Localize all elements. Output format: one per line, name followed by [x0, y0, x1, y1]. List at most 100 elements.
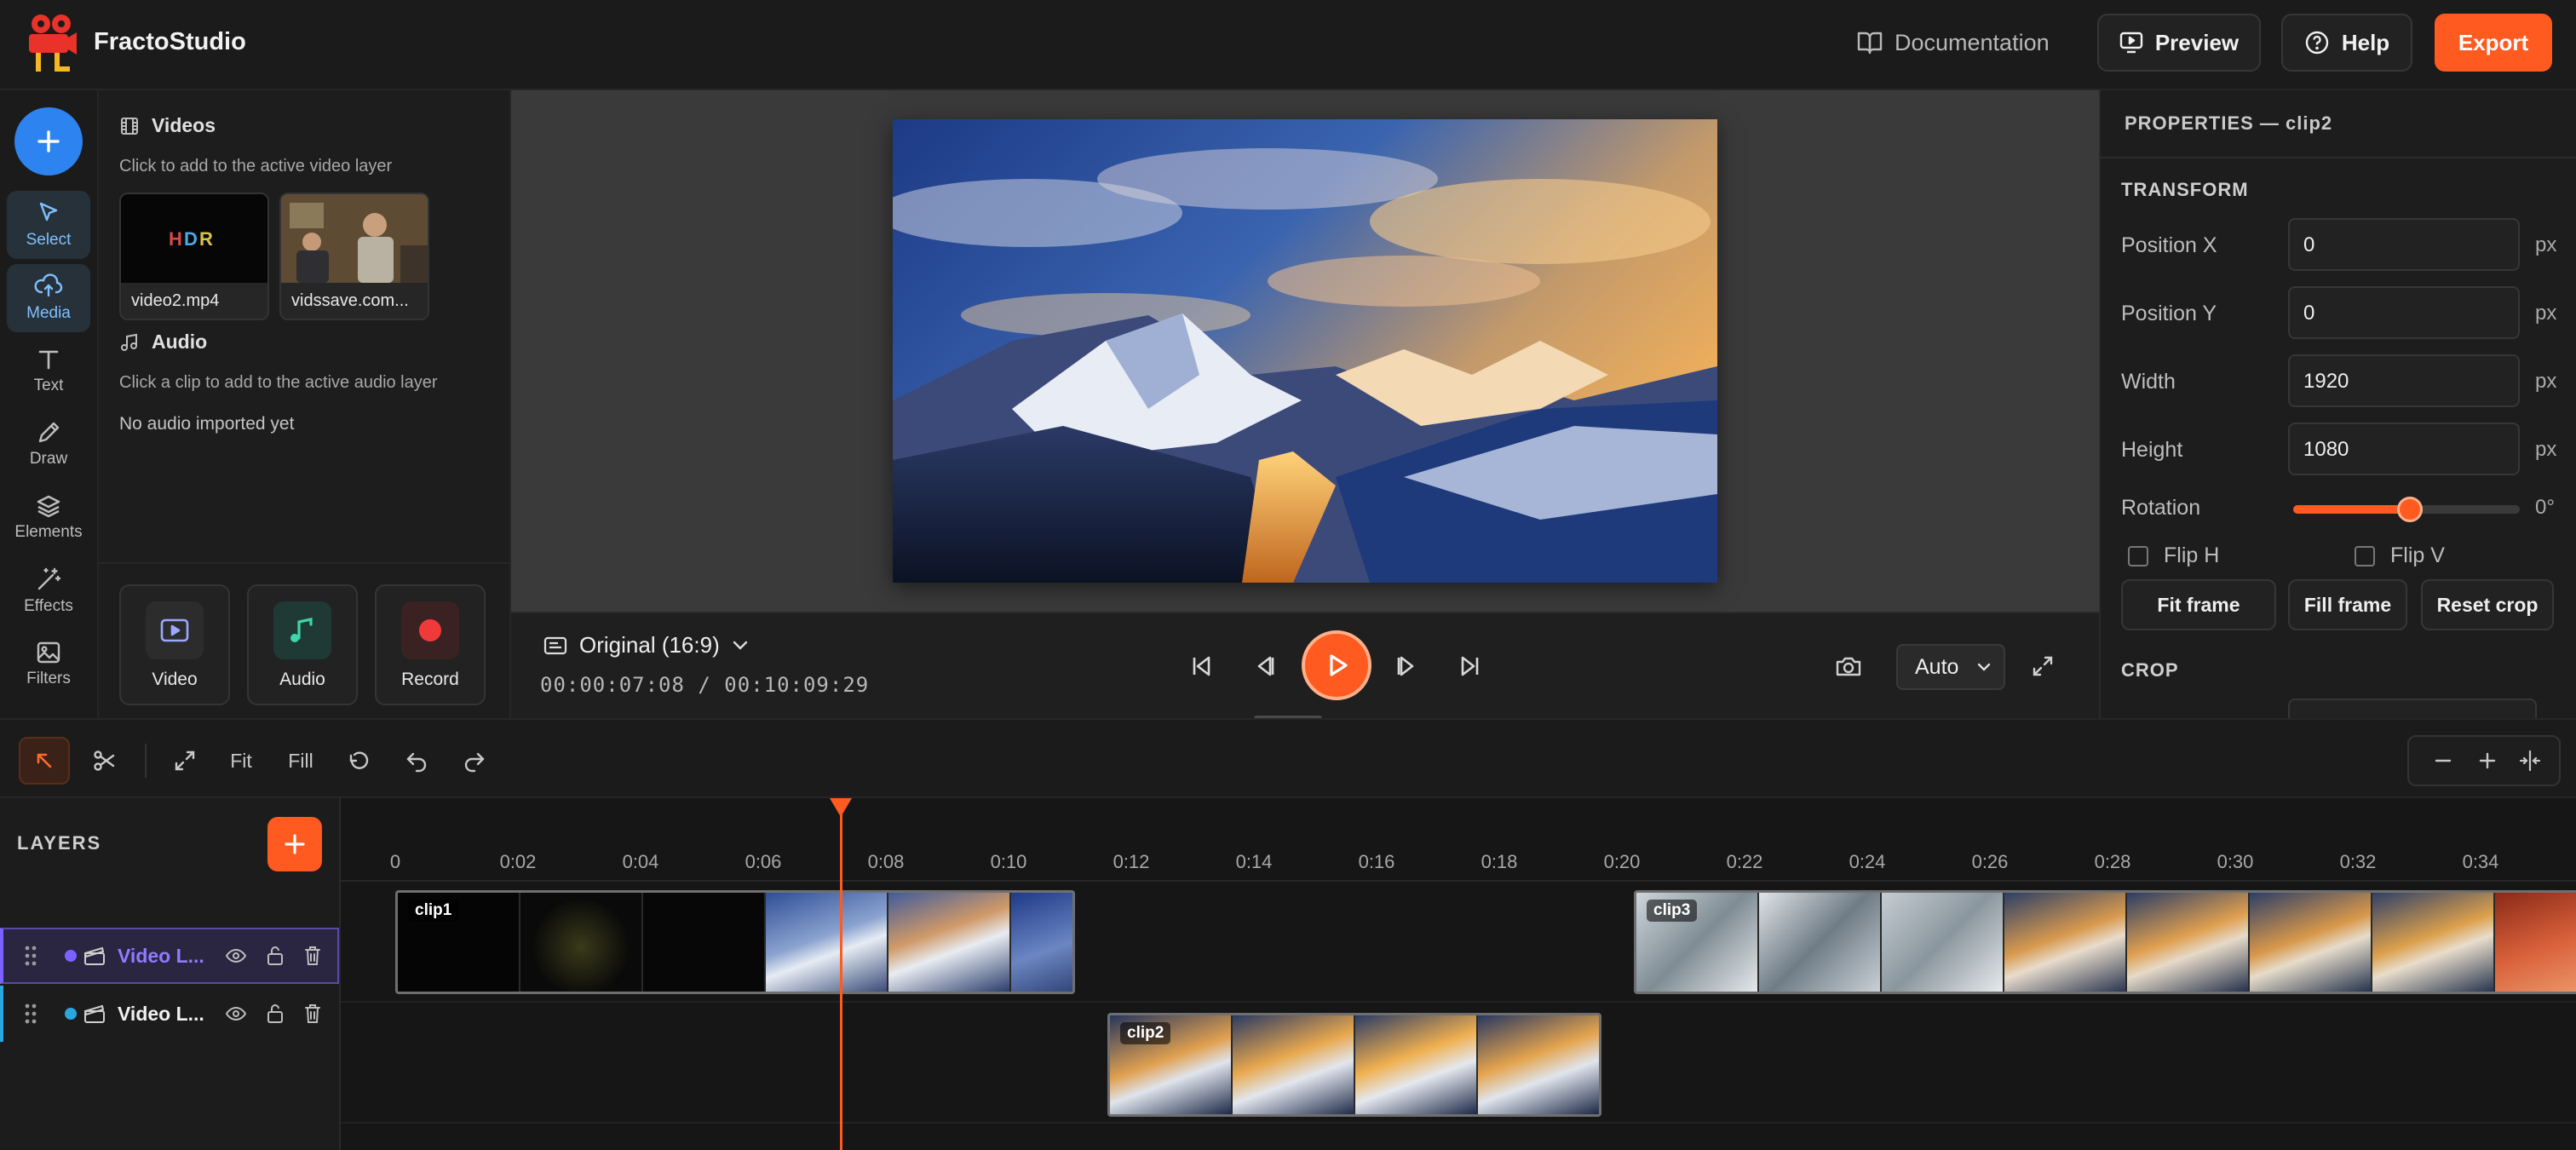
- layer-row[interactable]: Video L...: [0, 986, 339, 1042]
- timeline-ruler[interactable]: 0 0:02 0:04 0:06 0:08 0:10 0:12 0:14 0:1…: [341, 798, 2576, 882]
- record-button[interactable]: Record: [375, 584, 486, 705]
- rotation-slider-handle[interactable]: [2397, 497, 2423, 522]
- rotation-slider[interactable]: [2293, 497, 2520, 522]
- video-thumb-vidssave[interactable]: vidssave.com...: [279, 193, 429, 320]
- split-tool-button[interactable]: [83, 737, 126, 785]
- height-label: Height: [2121, 438, 2183, 462]
- position-y-unit: px: [2535, 302, 2557, 325]
- step-forward-button[interactable]: [1389, 647, 1426, 685]
- timeline-clip-clip3[interactable]: clip3: [1634, 890, 2576, 994]
- flip-h-checkbox[interactable]: Flip H: [2128, 543, 2219, 568]
- preview-area: [511, 90, 2099, 612]
- import-video-button[interactable]: Video: [119, 584, 230, 705]
- tool-effects[interactable]: Effects: [7, 557, 90, 625]
- tool-filters[interactable]: Filters: [7, 630, 90, 699]
- flip-v-checkbox[interactable]: Flip V: [2355, 543, 2445, 568]
- timeline-clip-clip2[interactable]: clip2: [1107, 1013, 1601, 1117]
- mountain-landscape-image: [893, 119, 1717, 583]
- fullscreen-button[interactable]: [2024, 647, 2061, 685]
- timeline-clip-clip1[interactable]: clip1: [395, 890, 1075, 994]
- tool-draw-label: Draw: [29, 450, 68, 468]
- reset-button[interactable]: [339, 737, 378, 785]
- pointer-tool-button[interactable]: [19, 737, 70, 785]
- fit-button[interactable]: Fit: [218, 737, 264, 785]
- tool-draw[interactable]: Draw: [7, 411, 90, 479]
- zoom-in-button[interactable]: [2469, 742, 2506, 779]
- crop-input[interactable]: [2288, 699, 2537, 718]
- tool-select[interactable]: Select: [7, 191, 90, 259]
- tool-media[interactable]: Media: [7, 264, 90, 332]
- video-thumb-video2[interactable]: H D R video2.mp4: [119, 193, 269, 320]
- fit-frame-button[interactable]: Fit frame: [2121, 579, 2276, 630]
- preview-label: Preview: [2154, 29, 2240, 55]
- layer-color-dot: [65, 1008, 77, 1020]
- fill-button[interactable]: Fill: [278, 737, 324, 785]
- skip-to-start-button[interactable]: [1182, 647, 1220, 685]
- position-x-input[interactable]: 0: [2288, 218, 2520, 271]
- ruler-tick-label: 0:12: [1113, 851, 1150, 872]
- preview-button[interactable]: Preview: [2097, 14, 2261, 72]
- ruler-tick-label: 0:28: [2094, 851, 2131, 872]
- skip-back-icon: [1188, 653, 1214, 679]
- aspect-ratio-select[interactable]: Original (16:9): [543, 632, 749, 658]
- help-label: Help: [2341, 29, 2390, 55]
- import-audio-button[interactable]: Audio: [247, 584, 358, 705]
- videos-section-title: Videos: [119, 114, 216, 137]
- trash-icon[interactable]: [300, 943, 325, 969]
- reset-crop-button[interactable]: Reset crop: [2421, 579, 2554, 630]
- skip-to-end-button[interactable]: [1452, 647, 1489, 685]
- add-layer-button[interactable]: [267, 817, 322, 871]
- ruler-tick-label: 0:20: [1603, 851, 1641, 872]
- export-button[interactable]: Export: [2435, 14, 2552, 72]
- undo-button[interactable]: [397, 737, 436, 785]
- playhead[interactable]: [840, 798, 843, 1150]
- tool-text[interactable]: Text: [7, 337, 90, 405]
- drag-handle-icon[interactable]: [24, 1003, 37, 1025]
- tool-media-label: Media: [26, 304, 71, 322]
- quality-select[interactable]: Auto: [1896, 644, 2005, 690]
- expand-icon: [173, 749, 197, 773]
- ruler-tick-label: 0:22: [1726, 851, 1763, 872]
- question-circle-icon: [2304, 30, 2330, 55]
- video-thumb-image: H D R: [121, 194, 267, 283]
- step-forward-icon: [1394, 653, 1420, 679]
- trash-icon[interactable]: [300, 1001, 325, 1026]
- aspect-ratio-icon: [543, 635, 567, 656]
- snapshot-button[interactable]: [1830, 647, 1867, 685]
- film-icon: [119, 116, 140, 136]
- unlock-icon[interactable]: [262, 943, 288, 969]
- position-y-input[interactable]: 0: [2288, 286, 2520, 339]
- width-input[interactable]: 1920: [2288, 354, 2520, 407]
- plus-icon: [36, 129, 61, 154]
- fit-timeline-button[interactable]: [164, 737, 206, 785]
- zoom-fit-button[interactable]: [2511, 742, 2549, 779]
- step-back-button[interactable]: [1245, 647, 1283, 685]
- ruler-tick-label: 0:16: [1358, 851, 1395, 872]
- unlock-icon[interactable]: [262, 1001, 288, 1026]
- help-button[interactable]: Help: [2281, 14, 2412, 72]
- height-input[interactable]: 1080: [2288, 423, 2520, 475]
- ruler-tick-label: 0:02: [499, 851, 537, 872]
- drag-handle-icon[interactable]: [24, 945, 37, 967]
- eye-icon[interactable]: [223, 1001, 249, 1026]
- tool-text-label: Text: [33, 377, 64, 394]
- fill-frame-button[interactable]: Fill frame: [2288, 579, 2407, 630]
- zoom-out-button[interactable]: [2424, 742, 2462, 779]
- tool-elements[interactable]: Elements: [7, 484, 90, 552]
- documentation-link[interactable]: Documentation: [1857, 26, 2050, 60]
- preview-canvas[interactable]: [893, 119, 1717, 583]
- svg-text:R: R: [199, 228, 213, 250]
- audio-empty-state: No audio imported yet: [119, 414, 295, 434]
- play-button[interactable]: [1302, 630, 1371, 700]
- layer-row[interactable]: Video L...: [0, 928, 339, 984]
- eye-icon[interactable]: [223, 943, 249, 969]
- add-button[interactable]: [14, 107, 83, 175]
- redo-button[interactable]: [455, 737, 494, 785]
- plus-icon: [2477, 750, 2498, 771]
- playhead-handle[interactable]: [830, 798, 853, 817]
- magic-wand-icon: [36, 566, 61, 592]
- position-x-label: Position X: [2121, 233, 2217, 257]
- timeline-tracks[interactable]: 0 0:02 0:04 0:06 0:08 0:10 0:12 0:14 0:1…: [341, 798, 2576, 1150]
- toolbar-divider: [145, 744, 147, 778]
- record-icon: [401, 601, 459, 659]
